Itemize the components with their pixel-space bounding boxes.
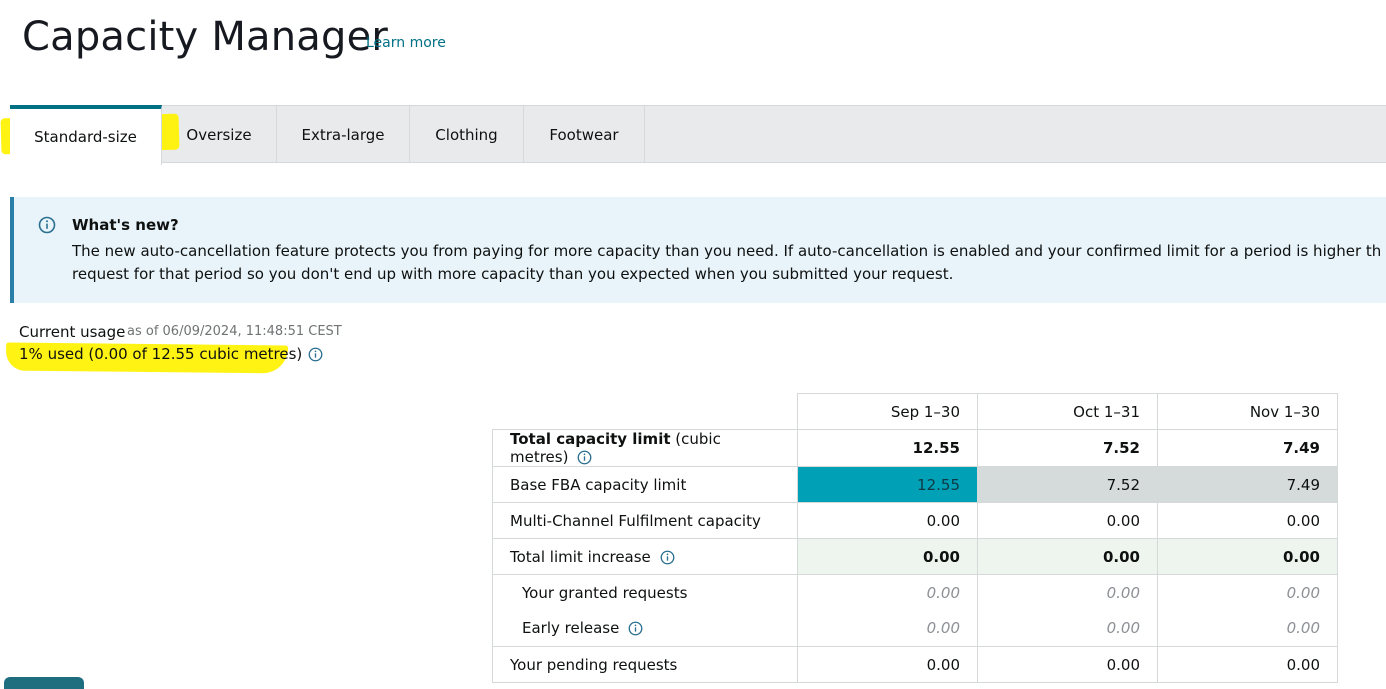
row-label-text: Total limit increase	[510, 547, 651, 566]
learn-more-link[interactable]: Learn more	[366, 35, 446, 51]
whats-new-alert: What's new? The new auto-cancellation fe…	[10, 197, 1386, 303]
period-header: Sep 1–30	[797, 393, 978, 430]
tab-clothing[interactable]: Clothing	[410, 106, 524, 163]
table-row-granted: Your granted requests 0.00 0.00 0.00	[492, 574, 1338, 611]
tab-footwear[interactable]: Footwear	[524, 106, 645, 163]
table-cell: 0.00	[797, 646, 978, 683]
row-label: Base FBA capacity limit	[492, 466, 798, 503]
table-cell: 7.49	[1157, 429, 1338, 467]
table-cell: 0.00	[977, 502, 1158, 539]
table-cell: 0.00	[797, 538, 978, 575]
empty-header-cell	[493, 394, 798, 430]
tab-extra-large[interactable]: Extra-large	[277, 106, 410, 163]
table-row-mcf: Multi-Channel Fulfilment capacity 0.00 0…	[492, 502, 1338, 539]
table-cell: 7.52	[977, 429, 1158, 467]
period-header: Oct 1–31	[977, 393, 1158, 430]
row-label: Multi-Channel Fulfilment capacity	[492, 502, 798, 539]
table-cell: 0.00	[797, 502, 978, 539]
page-title: Capacity Manager	[22, 14, 389, 60]
info-circle-icon[interactable]	[628, 621, 643, 636]
table-row-base: Base FBA capacity limit 12.55 7.52 7.49	[492, 466, 1338, 503]
table-cell: 0.00	[977, 646, 1158, 683]
alert-line-1: The new auto-cancellation feature protec…	[72, 242, 1382, 260]
table-row-pending: Your pending requests 0.00 0.00 0.00	[492, 646, 1338, 683]
tab-standard-size[interactable]: Standard-size	[10, 105, 162, 165]
help-tab-edge[interactable]	[4, 677, 84, 689]
info-circle-icon[interactable]	[577, 450, 592, 465]
alert-heading: What's new?	[72, 216, 179, 234]
tab-label: Clothing	[435, 125, 498, 144]
usage-value: 1% used (0.00 of 12.55 cubic metres)	[19, 345, 323, 363]
row-label-text: Total capacity limit	[510, 430, 671, 448]
alert-body: The new auto-cancellation feature protec…	[72, 240, 1382, 286]
tab-oversize[interactable]: Oversize	[162, 106, 277, 163]
usage-value-text: 1% used (0.00 of 12.55 cubic metres)	[19, 345, 303, 363]
capacity-table: Sep 1–30 Oct 1–31 Nov 1–30 Total capacit…	[492, 393, 1338, 683]
table-cell: 7.52	[977, 466, 1158, 503]
alert-line-2: request for that period so you don't end…	[72, 265, 954, 283]
tab-label: Extra-large	[301, 125, 385, 144]
period-header: Nov 1–30	[1157, 393, 1338, 430]
row-label: Your pending requests	[492, 646, 798, 683]
table-row-early: Early release 0.00 0.00 0.00	[492, 610, 1338, 647]
table-cell: 0.00	[977, 574, 1158, 611]
table-cell: 0.00	[1157, 538, 1338, 575]
tab-label: Oversize	[186, 125, 252, 144]
info-circle-icon	[38, 216, 56, 234]
table-header-row: Sep 1–30 Oct 1–31 Nov 1–30	[493, 393, 1338, 430]
table-cell: 0.00	[797, 574, 978, 611]
table-cell: 0.00	[1157, 610, 1338, 647]
row-label: Early release	[492, 610, 798, 647]
table-cell: 0.00	[797, 610, 978, 647]
usage-timestamp: as of 06/09/2024, 11:48:51 CEST	[127, 324, 342, 339]
table-cell: 0.00	[977, 538, 1158, 575]
current-usage-label: Current usage	[19, 323, 126, 341]
table-cell: 12.55	[797, 466, 978, 503]
info-circle-icon[interactable]	[308, 347, 323, 362]
row-label-text: Early release	[522, 619, 620, 638]
tab-label: Footwear	[549, 125, 619, 144]
table-cell: 0.00	[1157, 574, 1338, 611]
row-label: Your granted requests	[492, 574, 798, 611]
table-cell: 0.00	[1157, 502, 1338, 539]
table-row-increase: Total limit increase 0.00 0.00 0.00	[492, 538, 1338, 575]
row-label: Total capacity limit (cubic metres)	[492, 429, 798, 467]
table-cell: 12.55	[797, 429, 978, 467]
table-cell: 7.49	[1157, 466, 1338, 503]
table-row-total: Total capacity limit (cubic metres) 12.5…	[492, 429, 1338, 467]
tab-bar: Standard-size Oversize Extra-large Cloth…	[0, 105, 1386, 165]
row-label: Total limit increase	[492, 538, 798, 575]
tab-label: Standard-size	[34, 128, 137, 146]
table-cell: 0.00	[977, 610, 1158, 647]
table-cell: 0.00	[1157, 646, 1338, 683]
info-circle-icon[interactable]	[660, 550, 675, 565]
